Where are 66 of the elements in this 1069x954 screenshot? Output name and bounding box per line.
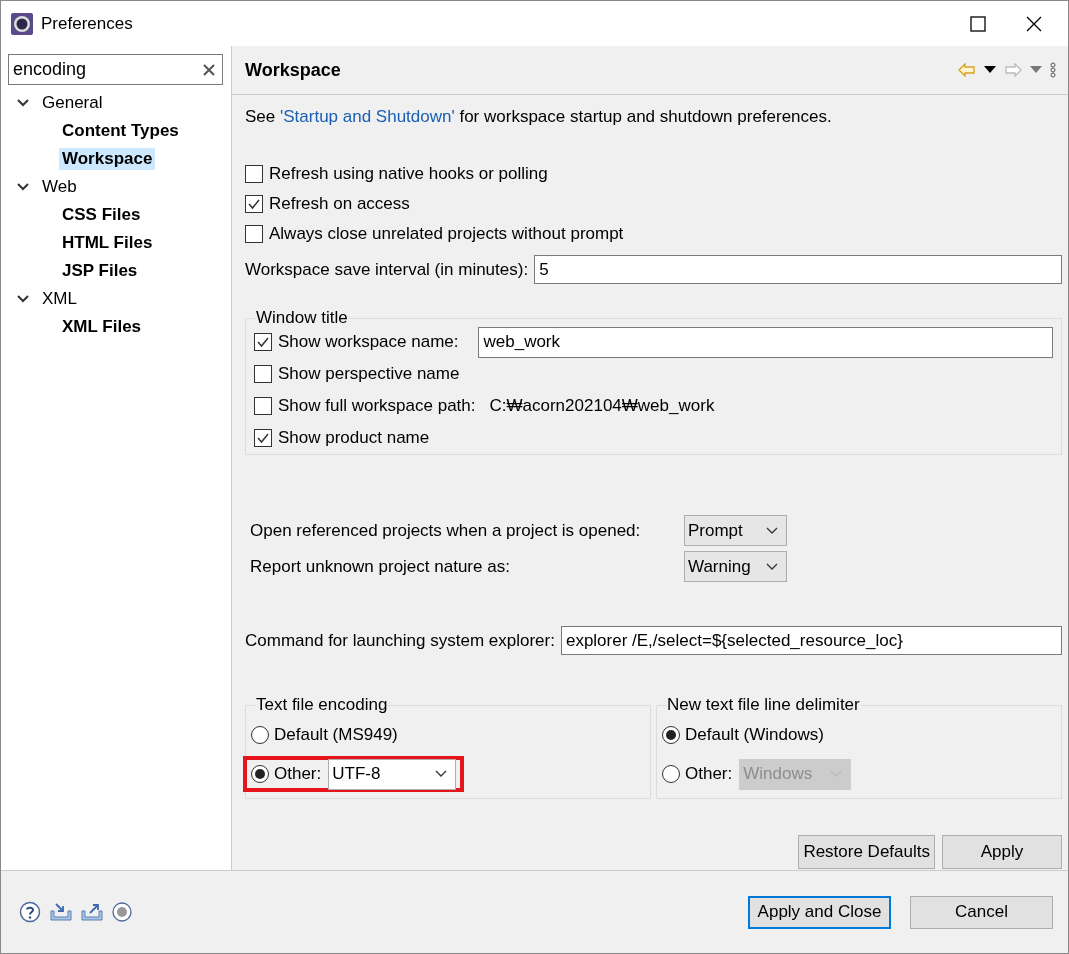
group-title: Window title (255, 308, 349, 328)
tree-item[interactable]: CSS Files (59, 204, 144, 226)
help-icon[interactable] (19, 901, 41, 923)
group-title: Text file encoding (255, 695, 389, 715)
field-label: Command for launching system explorer: (245, 630, 555, 651)
intro-text: See 'Startup and Shutdown' for workspace startup and shutdown preferences. (245, 106, 833, 128)
checkbox-label: Refresh on access (269, 194, 410, 214)
checkbox[interactable] (254, 365, 272, 383)
tree-item[interactable]: JSP Files (59, 260, 141, 282)
caret-icon[interactable] (766, 526, 778, 535)
record-icon[interactable] (112, 902, 132, 922)
checkbox-label: Show workspace name: (278, 332, 459, 352)
dialog-button[interactable]: Apply and Close (748, 895, 891, 929)
page-button[interactable]: Restore Defaults (798, 835, 935, 869)
radio-button[interactable] (251, 765, 269, 783)
tree-item[interactable]: General (39, 92, 106, 114)
workspace-path: C:₩acorn202104₩web_work (489, 396, 715, 416)
caret-icon[interactable] (766, 562, 778, 571)
checkbox[interactable] (245, 165, 263, 183)
dropdown[interactable]: Warning (684, 551, 787, 582)
checkbox-label: Show full workspace path: (278, 396, 476, 416)
checkbox[interactable] (254, 333, 272, 351)
caret-icon[interactable] (435, 770, 448, 778)
tree-item[interactable]: XML Files (59, 316, 145, 338)
checkbox-label: Refresh using native hooks or polling (269, 164, 548, 184)
tree-item[interactable]: XML (39, 288, 80, 310)
tree-item[interactable]: HTML Files (59, 232, 156, 254)
dialog-button[interactable]: Cancel (910, 895, 1053, 929)
checkbox[interactable] (245, 195, 263, 213)
close-icon[interactable] (1026, 15, 1042, 32)
window-title: Preferences (41, 13, 133, 34)
checkbox[interactable] (254, 397, 272, 415)
checkbox-label: Always close unrelated projects without prompt (269, 224, 624, 244)
page-button[interactable]: Apply (942, 835, 1062, 869)
input-field[interactable]: web_work (478, 326, 1053, 358)
dropdown[interactable]: UTF-8 (328, 758, 457, 790)
group-title: New text file line delimiter (666, 695, 861, 715)
checkbox-label: Show product name (278, 428, 430, 448)
export-icon[interactable] (81, 902, 103, 922)
maximize-icon[interactable] (970, 15, 986, 32)
filter-field[interactable]: encoding (8, 54, 223, 85)
tree-item[interactable]: Workspace (59, 148, 156, 170)
tree-item[interactable]: Content Types (59, 120, 182, 142)
radio-label: Default (MS949) (274, 725, 398, 745)
radio-button[interactable] (662, 726, 680, 744)
radio-label: Default (Windows) (685, 725, 824, 745)
checkbox[interactable] (245, 225, 263, 243)
dropdown[interactable]: Prompt (684, 515, 787, 546)
clear-icon[interactable] (203, 63, 215, 76)
import-icon[interactable] (50, 902, 72, 922)
radio-label: Other: (685, 764, 733, 784)
dropdown-icon[interactable] (984, 66, 996, 74)
combo-label: Open referenced projects when a project is opened: (250, 520, 642, 541)
checkbox[interactable] (254, 429, 272, 447)
radio-button[interactable] (251, 726, 269, 744)
field-label: Workspace save interval (in minutes): (245, 259, 529, 280)
radio-button[interactable] (662, 765, 680, 783)
checkbox-label: Show perspective name (278, 364, 460, 384)
page-title: Workspace (245, 59, 341, 81)
startup-shutdown-link[interactable]: 'Startup and Shutdown' (280, 107, 455, 126)
input-field[interactable]: explorer /E,/select=${selected_resource_loc} (560, 626, 1062, 655)
more-icon[interactable] (1050, 62, 1056, 78)
tree-item[interactable]: Web (39, 176, 80, 198)
radio-label: Other: (274, 764, 322, 784)
input-field[interactable]: 5 (534, 255, 1062, 284)
combo-label: Report unknown project nature as: (250, 556, 511, 577)
